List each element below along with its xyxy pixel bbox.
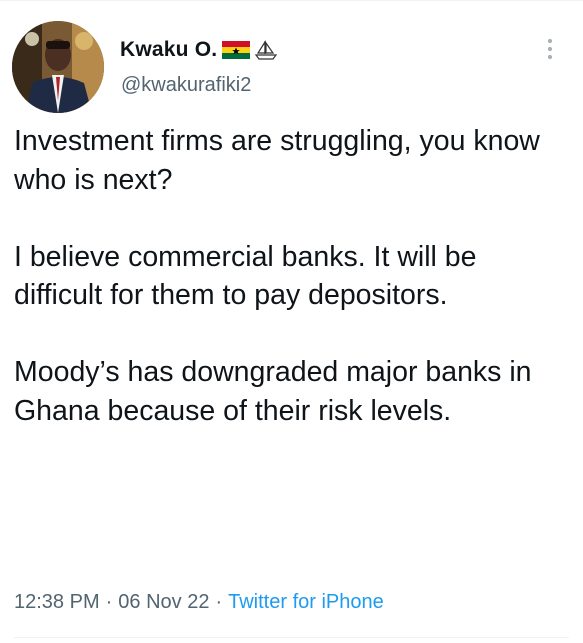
meta-separator: · — [105, 591, 113, 613]
tweet-date[interactable]: 06 Nov 22 — [118, 591, 209, 613]
tweet-time[interactable]: 12:38 PM — [14, 591, 100, 613]
author-handle[interactable]: @kwakurafiki2 — [121, 74, 251, 97]
tweet-metadata: 12:38 PM · 06 Nov 22 · Twitter for iPhone — [14, 591, 384, 614]
more-vertical-icon[interactable] — [540, 34, 560, 64]
tweet-source-link[interactable]: Twitter for iPhone — [228, 591, 384, 613]
tweet-card: Kwaku O. @kwakurafiki2 Investment firms … — [0, 0, 583, 643]
author-name-row: Kwaku O. — [120, 37, 278, 63]
ship-icon — [254, 39, 278, 61]
author-display-name[interactable]: Kwaku O. — [120, 38, 217, 62]
divider — [14, 637, 569, 638]
tweet-paragraph: Moody’s has downgraded major banks in Gh… — [14, 356, 532, 427]
author-avatar[interactable] — [12, 21, 104, 113]
avatar-portrait — [12, 21, 104, 113]
ghana-flag-icon — [222, 41, 251, 59]
meta-separator: · — [215, 591, 223, 613]
tweet-paragraph: Investment firms are struggling, you kno… — [14, 125, 540, 196]
tweet-paragraph: I believe commercial banks. It will be d… — [14, 240, 477, 312]
tweet-body: Investment firms are struggling, you kno… — [14, 122, 569, 430]
